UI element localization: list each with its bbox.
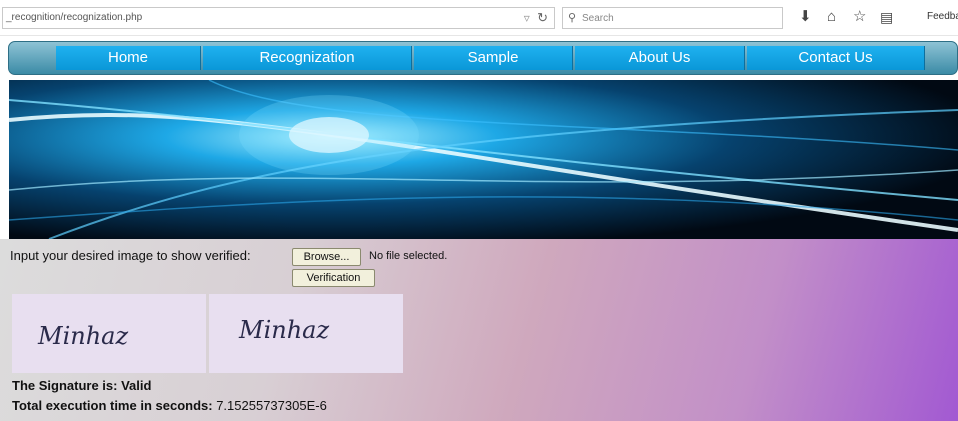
nav-item-sample[interactable]: Sample [414,46,573,70]
signature-result-value: Valid [121,378,152,393]
input-signature-image: Minhaz [209,294,403,373]
main-navigation: Home Recognization Sample About Us Conta… [8,41,958,75]
signature-text: Minhaz [37,322,128,350]
nav-item-about-us[interactable]: About Us [575,46,745,70]
url-bar[interactable]: _recognition/recognization.php ▿ ↻ [2,7,555,29]
nav-item-contact-us[interactable]: Contact Us [747,46,925,70]
signature-result-label: The Signature is: [12,378,118,393]
nav-item-recognization[interactable]: Recognization [203,46,412,70]
signature-result: The Signature is: Valid [12,378,151,393]
url-bar-icons: ▿ ↻ [524,10,548,26]
file-status-text: No file selected. [369,250,448,262]
url-text[interactable]: _recognition/recognization.php [6,12,142,23]
execution-time: Total execution time in seconds: 7.15255… [12,398,327,413]
feedback-button[interactable]: Feedba [927,11,958,22]
reading-list-icon[interactable]: ▤ [880,8,893,26]
home-icon[interactable]: ⌂ [827,8,836,26]
upload-prompt: Input your desired image to show verifie… [10,248,251,263]
search-input[interactable]: Search [582,13,614,24]
execution-time-value: 7.15255737305E-6 [216,398,327,413]
search-bar[interactable]: ⚲ Search [562,7,783,29]
reference-signature-image: Minhaz [12,294,206,373]
browser-toolbar: _recognition/recognization.php ▿ ↻ ⚲ Sea… [0,0,958,36]
reload-icon[interactable]: ↻ [537,10,548,25]
browse-button[interactable]: Browse... [292,248,361,266]
main-content: Input your desired image to show verifie… [0,239,958,421]
header-banner-image [9,80,958,239]
signature-text: Minhaz [238,316,329,344]
bookmark-star-icon[interactable]: ☆ [853,8,866,26]
search-icon: ⚲ [568,12,577,24]
dropdown-arrow-icon[interactable]: ▿ [524,11,530,25]
nav-item-home[interactable]: Home [56,46,201,70]
execution-time-label: Total execution time in seconds: [12,398,213,413]
download-icon[interactable]: ⬇ [799,8,812,26]
verification-button[interactable]: Verification [292,269,375,287]
